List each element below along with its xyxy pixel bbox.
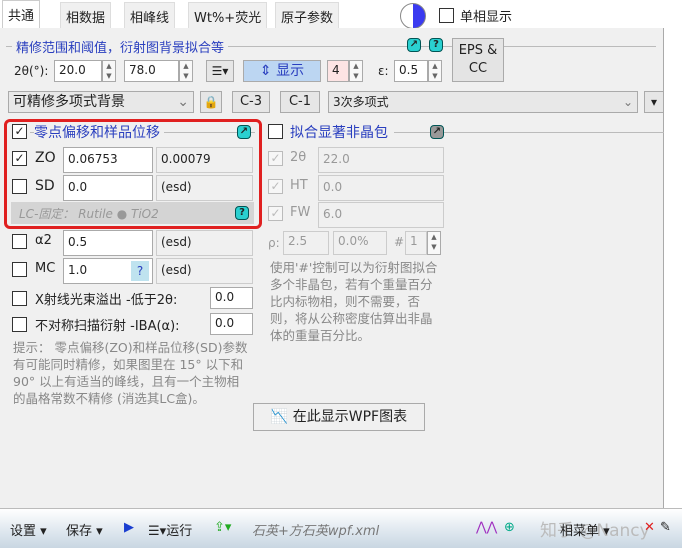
ht-input[interactable]: 0.0 [318,175,444,201]
overflow-input[interactable]: 0.0 [210,287,253,309]
ht-label: HT [290,178,308,193]
tab-common[interactable]: 共通 [2,0,41,28]
fw-input[interactable]: 6.0 [318,202,444,228]
hint-text: 提示： 零点偏移(ZO)和样品位移(SD)参数有可能同时精修，如果图里在 15°… [13,340,248,406]
epsilon-spinner[interactable]: ▲ ▼ [428,60,442,82]
amorphous-note: 使用'#'控制可以为衍射图拟合多个非晶包，若有个重量百分比内标物相，则不需要，否… [270,260,438,343]
tab-atomic-params[interactable]: 原子参数 [275,2,340,28]
import-icon[interactable]: ⇪▾ [214,520,231,535]
count-spinner[interactable]: ▲ ▼ [349,60,363,82]
overflow-checkbox[interactable] [12,291,27,306]
ht-checkbox[interactable]: ✓ [268,179,283,194]
save-menu[interactable]: 保存 ▾ [66,520,103,539]
c3-button[interactable]: C-3 [232,91,270,113]
epsilon-label: ε: [378,64,389,78]
a2-checkbox[interactable] [12,234,27,249]
bottom-toolbar: 设置 ▾ 保存 ▾ ▶ ☰▾运行 ⇪▾ 石英+方石英wpf.xml ⋀⋀ ⊕ 知… [0,508,682,548]
background-type-value: 可精修多项式背景 [13,94,125,110]
rho-input[interactable]: 2.5 [283,231,329,255]
fw-label: FW [290,205,311,220]
overflow-label: X射线光束溢出 -低于2θ: [35,293,178,308]
epsilon-input[interactable]: 0.5 [394,60,428,82]
a2-esd: (esd) [156,230,253,256]
two-theta-max-input[interactable]: 78.0 [124,60,179,82]
lock-icon[interactable]: 🔒 [200,91,222,113]
range-section-title: 精修范围和阈值，衍射图背景拟合等 [12,37,229,56]
mc-checkbox[interactable] [12,262,27,277]
count-input[interactable]: 4 [327,60,349,82]
add-icon[interactable]: ⊕ [504,520,515,535]
play-icon[interactable]: ▶ [124,520,134,535]
tab-phase-data[interactable]: 相数据 [60,2,112,28]
help-icon[interactable]: ? [429,38,443,52]
percent-value: 0.0% [333,231,387,255]
eps-cc-button[interactable]: EPS & CC [452,38,504,82]
tab-wt-fluorescence[interactable]: Wt%+荧光 [188,2,268,28]
show-button[interactable]: ⇕ 显示 [243,60,321,82]
background-type-select[interactable]: 可精修多项式背景 ⌄ [8,91,194,113]
mc-label: MC [35,261,56,276]
asym-checkbox[interactable] [12,317,27,332]
asym-input[interactable]: 0.0 [210,313,253,335]
single-phase-label: 单相显示 [460,10,513,25]
edit-icon[interactable]: ✎ [660,520,671,535]
min-spinner[interactable]: ▲ ▼ [102,60,116,82]
c1-button[interactable]: C-1 [280,91,320,113]
updown-icon: ⇕ [259,63,277,79]
link-icon[interactable]: ↗ [430,125,444,139]
run-button[interactable]: ☰▾运行 [148,520,192,539]
link-icon[interactable]: ↗ [407,38,421,52]
single-phase-checkbox[interactable] [439,8,454,23]
highlight-box [4,119,262,229]
two-theta-input[interactable]: 22.0 [318,147,444,173]
list-menu-button[interactable]: ☰▾ [206,60,234,82]
rho-label: ρ: [268,236,280,250]
phase-menu[interactable]: 相菜单 ▾ [560,520,610,539]
hash-label: # [394,235,405,249]
file-name: 石英+方石英wpf.xml [252,524,380,539]
two-theta-min-input[interactable]: 20.0 [54,60,102,82]
count-spinner[interactable]: ▲ ▼ [427,231,441,255]
max-spinner[interactable]: ▲ ▼ [179,60,193,82]
mc-esd: (esd) [156,258,253,284]
dropdown-arrow-button[interactable]: ▾ [644,91,664,113]
close-icon[interactable]: ✕ [644,520,655,535]
a2-label: α2 [35,233,52,248]
chart-icon: 📉 [270,409,289,425]
asym-label: 不对称扫描衍射 -IBA(α): [35,319,180,334]
display-toggle-icon[interactable] [400,3,426,29]
show-wpf-chart-button[interactable]: 📉 在此显示WPF图表 [253,403,425,431]
amorphous-checkbox[interactable] [268,124,283,139]
two-theta-label: 2θ(°): [14,64,49,78]
a2-input[interactable]: 0.5 [63,230,153,256]
count-input[interactable]: 1 [405,231,427,255]
fw-checkbox[interactable]: ✓ [268,206,283,221]
polynomial-value: 3次多项式 [333,95,389,109]
amorphous-title: 拟合显著非晶包 [290,122,394,142]
show-label: 显示 [276,63,305,79]
tab-peak-lines[interactable]: 相峰线 [124,2,176,28]
peaks-icon[interactable]: ⋀⋀ [476,520,497,535]
settings-menu[interactable]: 设置 ▾ [10,520,47,539]
two-theta-checkbox[interactable]: ✓ [268,151,283,166]
two-theta-label: 2θ [290,150,307,165]
wpf-button-label: 在此显示WPF图表 [292,409,408,425]
polynomial-select[interactable]: 3次多项式 ⌄ [328,91,638,113]
mc-help-button[interactable]: ? [131,261,149,281]
